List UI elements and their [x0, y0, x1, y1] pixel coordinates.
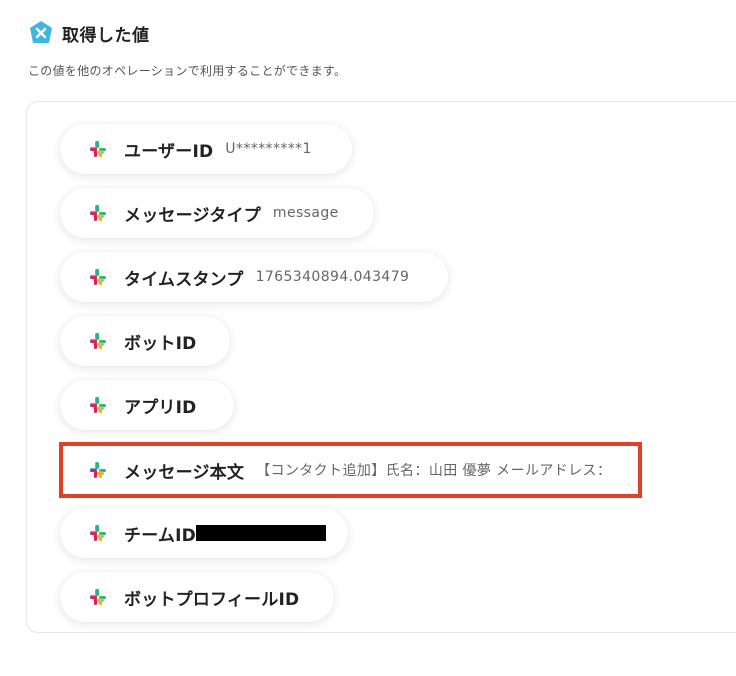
field-pill-team-id[interactable]: チームID	[60, 508, 348, 558]
field-value: 【コンタクト追加】氏名：山田 優夢 メールアドレス：	[256, 463, 612, 479]
slack-icon	[90, 589, 106, 605]
field-pill-bot-id[interactable]: ボットID	[60, 316, 230, 366]
field-pill-bot-profile-id[interactable]: ボットプロフィールID	[60, 572, 334, 622]
page-title: 取得した値	[62, 25, 150, 46]
field-label: チームID	[124, 525, 196, 546]
field-value: U*********1	[225, 141, 312, 157]
slack-icon	[90, 462, 106, 478]
slack-icon	[90, 397, 106, 413]
slack-icon	[90, 525, 106, 541]
field-label: タイムスタンプ	[124, 269, 244, 290]
page-header: 取得した値	[28, 20, 150, 46]
field-pill-message-type[interactable]: メッセージタイプ message	[60, 188, 374, 238]
yoom-x-icon	[30, 21, 52, 43]
field-pill-message-body[interactable]: メッセージ本文 【コンタクト追加】氏名：山田 優夢 メールアドレス：	[60, 445, 640, 495]
slack-icon	[90, 269, 106, 285]
field-label: アプリID	[124, 397, 197, 418]
field-label: ユーザーID	[124, 141, 214, 162]
page-subtitle: この値を他のオペレーションで利用することができます。	[28, 64, 347, 78]
field-label: ボットプロフィールID	[124, 589, 300, 610]
redaction-bar	[195, 525, 326, 541]
slack-icon	[90, 141, 106, 157]
field-label: メッセージタイプ	[124, 205, 261, 226]
field-pill-timestamp[interactable]: タイムスタンプ 1765340894.043479	[60, 252, 448, 302]
field-label: ボットID	[124, 333, 197, 354]
field-value: 1765340894.043479	[255, 269, 410, 285]
field-value: message	[272, 205, 339, 221]
field-pill-user-id[interactable]: ユーザーID U*********1	[60, 124, 352, 174]
field-label: メッセージ本文	[124, 462, 245, 483]
slack-icon	[90, 333, 106, 349]
slack-icon	[90, 205, 106, 221]
field-pill-app-id[interactable]: アプリID	[60, 380, 234, 430]
